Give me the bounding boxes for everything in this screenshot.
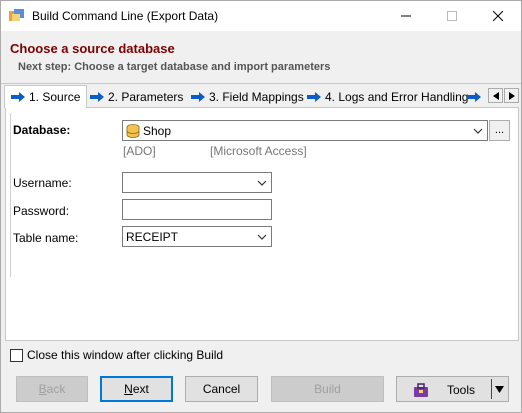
driver-hint: [ADO] [123,144,156,158]
maximize-icon [447,11,457,21]
close-button[interactable] [475,1,521,31]
chevron-down-icon [257,180,267,186]
wizard-header: Choose a source database Next step: Choo… [1,31,521,84]
toolbox-icon [414,383,428,397]
back-label: Back [38,382,66,396]
dialog-window: Build Command Line (Export Data) Choose … [0,0,522,413]
tab-parameters[interactable]: 2. Parameters [90,87,183,107]
triangle-left-icon [492,91,499,100]
panel-left-rule [10,113,11,277]
table-name-value: RECEIPT [126,229,179,244]
header-divider [1,83,521,84]
database-icon [126,123,140,138]
window-title: Build Command Line (Export Data) [32,9,219,23]
tab-scroll-left-button[interactable] [488,88,503,103]
chevron-down-icon [257,234,267,240]
database-label: Database: [13,123,71,137]
minimize-button[interactable] [383,1,429,31]
source-panel: Database: Shop ... [ADO] [Microsoft Acce… [5,107,519,341]
password-label: Password: [13,204,70,218]
tab-logs[interactable]: 4. Logs and Error Handling [307,87,468,107]
page-title: Choose a source database [10,41,175,56]
tab-overflow-arrow [467,87,485,107]
cancel-label: Cancel [202,382,241,396]
tools-split-divider [491,379,492,399]
tab-strip: 1. Source 2. Parameters 3. Field Mapping… [1,85,521,108]
browse-label: ... [494,124,505,136]
back-button[interactable]: Back [16,376,88,402]
triangle-down-icon[interactable] [495,385,504,394]
next-label: Next [124,382,149,396]
tab-label: 3. Field Mappings [209,90,304,104]
arrow-right-icon [191,92,205,102]
database-select[interactable]: Shop [122,120,488,141]
build-button[interactable]: Build [271,376,384,402]
triangle-right-icon [508,91,515,100]
arrow-right-icon [11,92,25,102]
tab-label: 2. Parameters [108,90,184,104]
tab-field-mappings[interactable]: 3. Field Mappings [191,87,304,107]
app-icon [9,9,24,21]
table-name-select[interactable]: RECEIPT [122,226,272,247]
tab-label: 1. Source [29,90,81,104]
chevron-down-icon [473,128,483,134]
username-label: Username: [13,176,72,190]
close-after-build-checkbox[interactable] [10,348,23,362]
build-label: Build [314,382,341,396]
arrow-right-icon [90,92,104,102]
username-select[interactable] [122,172,272,193]
tab-scroll-right-button[interactable] [504,88,519,103]
title-bar: Build Command Line (Export Data) [1,1,521,31]
cancel-button[interactable]: Cancel [185,376,258,402]
close-icon [493,11,503,21]
arrow-right-icon [467,92,481,102]
close-after-build-label: Close this window after clicking Build [27,348,224,362]
next-button[interactable]: Next [100,376,173,402]
tab-label: 4. Logs and Error Handling [325,90,469,104]
arrow-right-icon [307,92,321,102]
page-subtitle: Next step: Choose a target database and … [18,61,331,73]
tools-label: Tools [447,383,476,397]
maximize-button[interactable] [429,1,475,31]
tools-button[interactable]: Tools [396,376,509,402]
database-browse-button[interactable]: ... [489,120,510,141]
table-name-label: Table name: [13,231,79,245]
database-type-hint: [Microsoft Access] [210,144,307,158]
close-after-build-option[interactable]: Close this window after clicking Build [10,348,223,362]
database-value: Shop [143,123,172,138]
minimize-icon [401,15,411,17]
tab-source[interactable]: 1. Source [4,85,88,108]
password-field[interactable] [122,199,272,220]
